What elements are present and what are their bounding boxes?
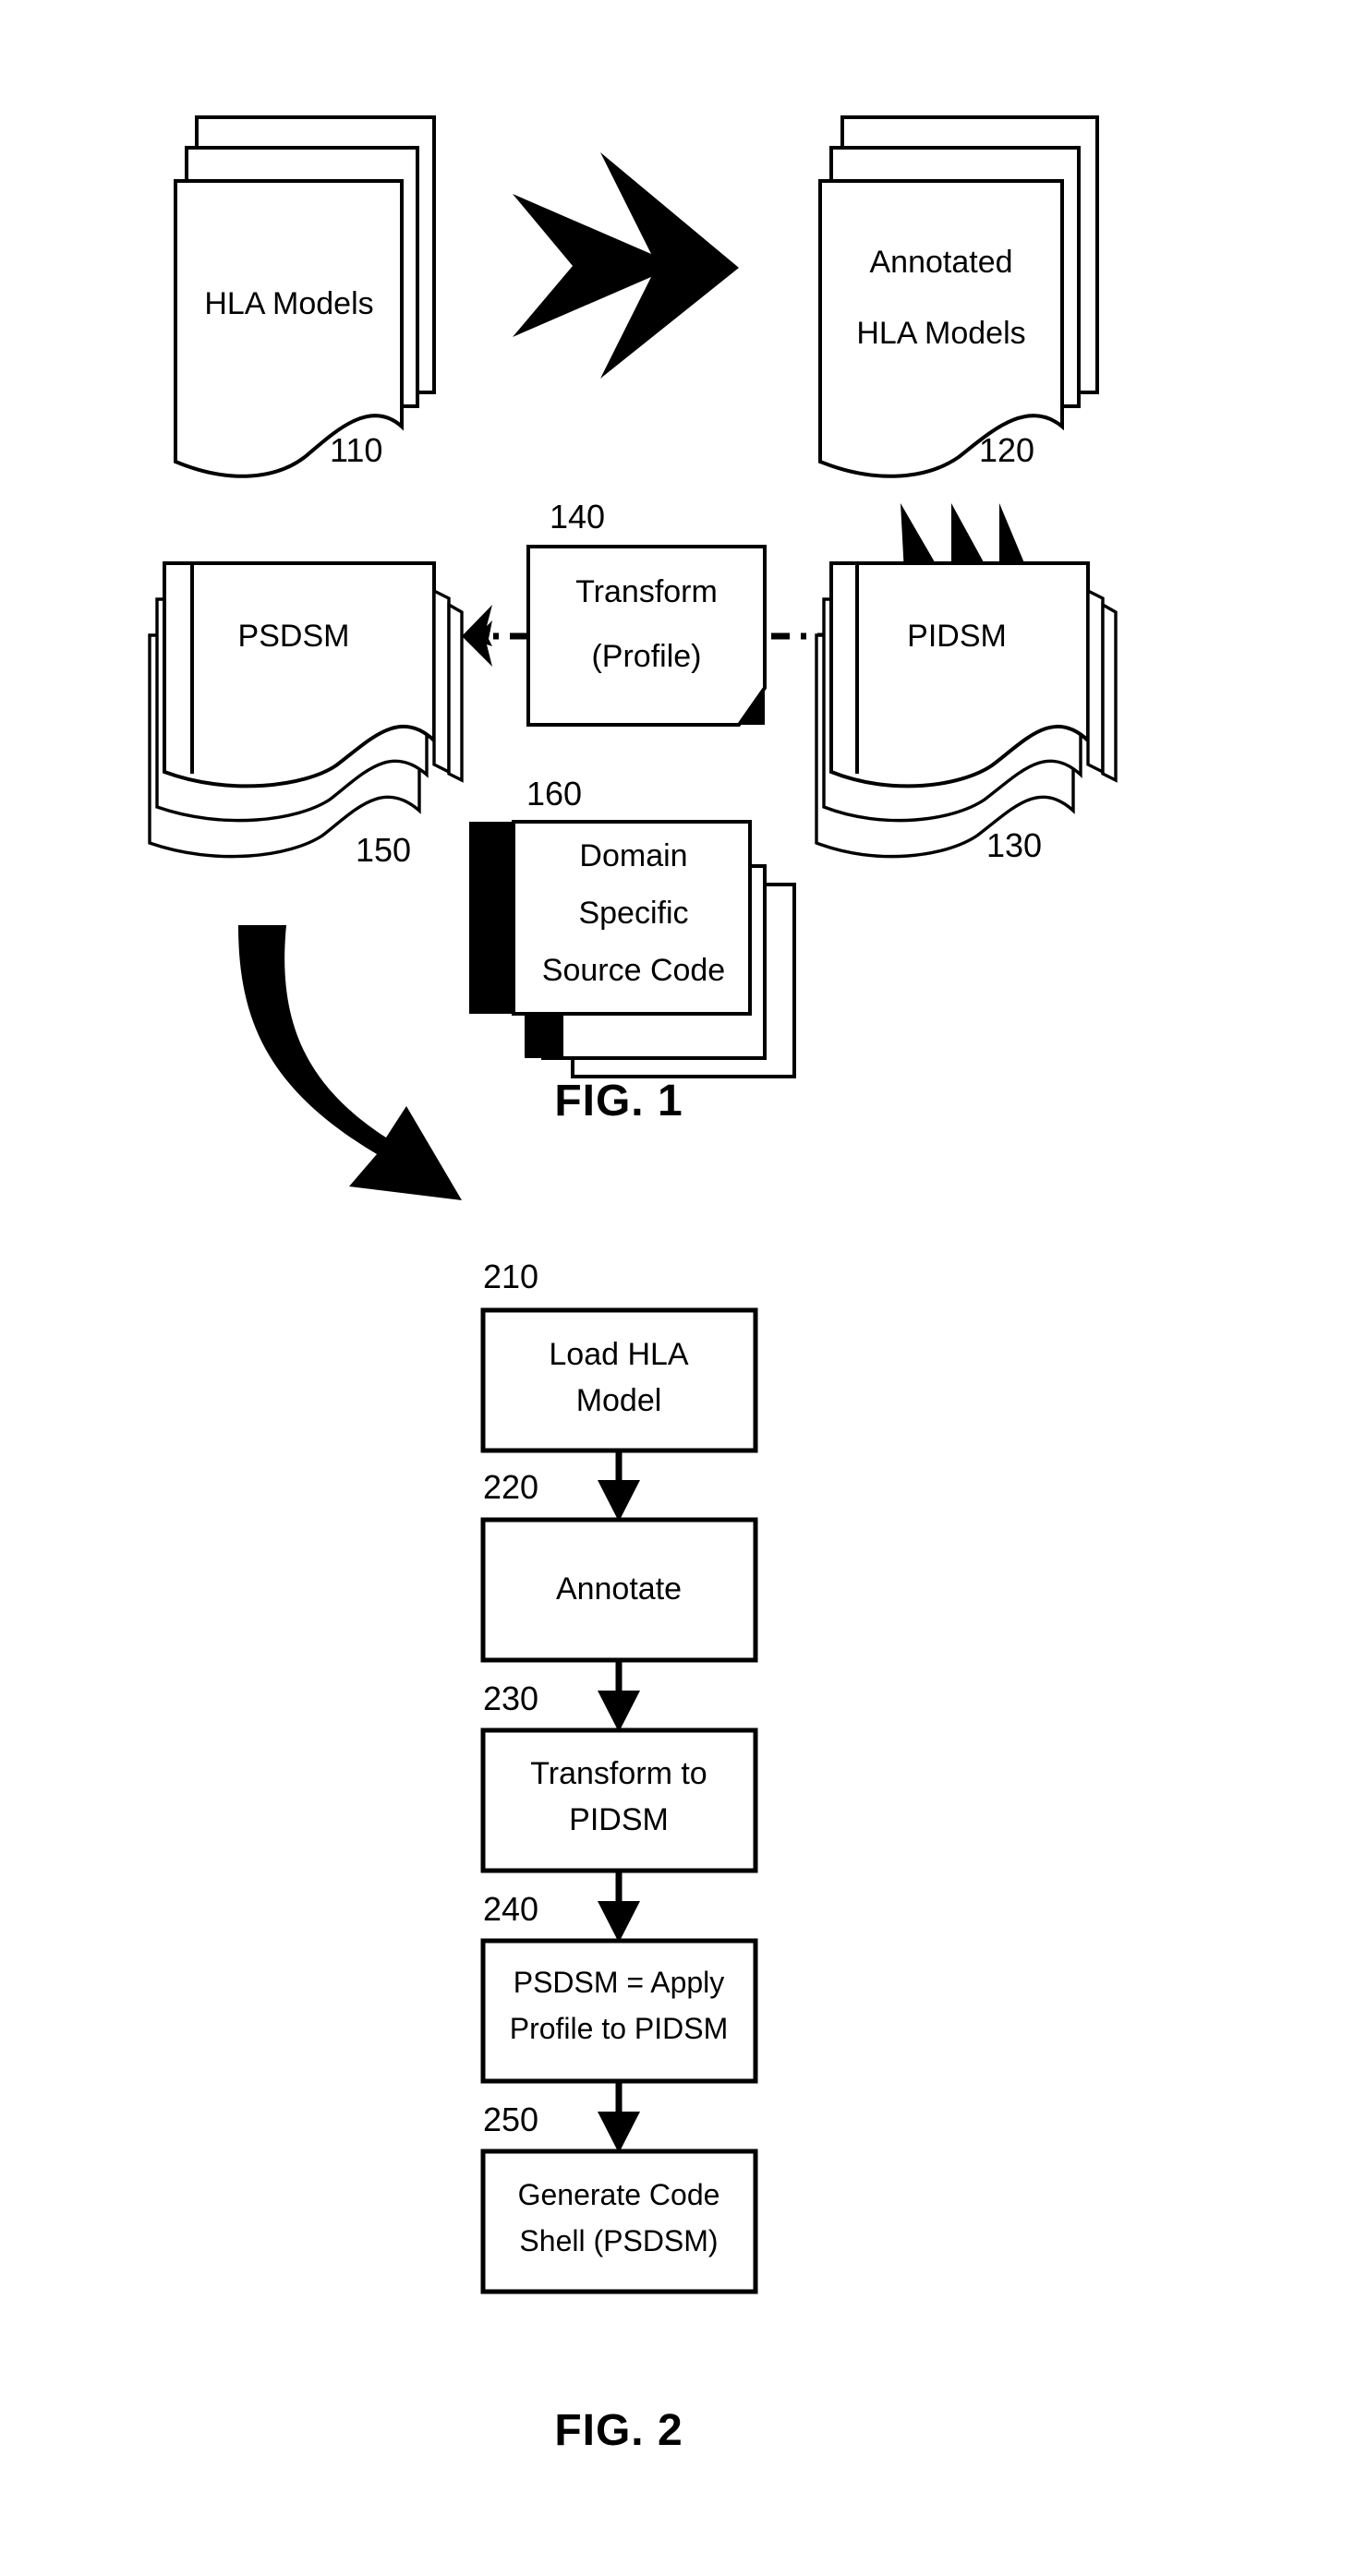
flow-arrow-230-240-head-icon [598, 1901, 640, 1943]
flow-step-250-ref: 250 [483, 2101, 538, 2138]
transform-box [526, 545, 767, 727]
flow-step-210-box [480, 1307, 758, 1453]
psdsm-edge-leaf-1 [432, 588, 451, 775]
flow-step-250-label-line-2: Shell (PSDSM) [519, 2224, 718, 2257]
flow-step-230-ref: 230 [483, 1679, 538, 1717]
flow-arrow-210-220 [598, 1451, 640, 1522]
flow-step-250-label-line-1: Generate Code [518, 2178, 720, 2211]
code-card-ref: 160 [526, 775, 582, 813]
flow-step-240-label-line-2: Profile to PIDSM [510, 2012, 729, 2045]
psdsm-edge-leaf-2 [447, 602, 464, 783]
flow-step-210-label-line-2: Model [576, 1383, 662, 1418]
code-card-front-spine [469, 822, 515, 1014]
psdsm-ref: 150 [356, 831, 411, 869]
transform-ref: 140 [550, 498, 605, 536]
flow-step-220-ref: 220 [483, 1468, 538, 1506]
node-psdsm: PSDSM 150 [148, 561, 464, 869]
flow-arrow-240-250 [598, 2081, 640, 2153]
flow-step-220-label-line-1: Annotate [556, 1571, 682, 1607]
node-annotated-hla-models: Annotated HLA Models 120 [818, 115, 1099, 478]
flow-step-210: 210 Load HLA Model [480, 1258, 758, 1453]
hla-models-label: HLA Models [204, 286, 373, 321]
code-card-label-line-1: Domain [579, 838, 687, 873]
flow-step-210-ref: 210 [483, 1258, 538, 1295]
flow-step-230-box [480, 1727, 758, 1873]
pidsm-ref: 130 [986, 826, 1042, 864]
annotated-ref: 120 [979, 431, 1034, 469]
hla-models-ref: 110 [330, 431, 382, 469]
flow-step-250-box [480, 2149, 758, 2294]
dash-arrowhead-left-icon [462, 605, 492, 667]
flow-step-230-label-line-2: PIDSM [569, 1802, 669, 1837]
pidsm-edge-leaf-1 [1086, 588, 1105, 775]
connector-psdsm-to-code [238, 925, 462, 1200]
node-pidsm: PIDSM 130 [815, 561, 1118, 864]
flow-arrow-220-230 [598, 1660, 640, 1732]
annotated-label-line-2: HLA Models [856, 316, 1025, 351]
fig2-caption: FIG. 2 [554, 2406, 683, 2455]
flow-step-240-label-line-1: PSDSM = Apply [514, 1966, 725, 1999]
node-domain-specific-source-code: 160 Domain Specific Source Code [469, 775, 796, 1078]
fig1-caption: FIG. 1 [554, 1077, 683, 1125]
flow-arrow-220-230-head-icon [598, 1691, 640, 1732]
flow-arrow-210-220-head-icon [598, 1480, 640, 1522]
connector-transform-to-psdsm [462, 605, 528, 667]
node-transform-profile: 140 Transform (Profile) [526, 498, 767, 727]
patent-figure-sheet: HLA Models 110 Annotated HLA Models 120 [0, 0, 1354, 2576]
annotated-label-line-1: Annotated [869, 245, 1012, 280]
block-chevron-arrow-right-icon [513, 152, 739, 379]
flow-arrow-230-240 [598, 1871, 640, 1943]
pidsm-label: PIDSM [907, 619, 1007, 654]
flow-step-240-box [480, 1938, 758, 2084]
node-hla-models: HLA Models 110 [174, 115, 436, 478]
figure-canvas: HLA Models 110 Annotated HLA Models 120 [148, 115, 1118, 2455]
code-card-label-line-2: Specific [578, 896, 688, 931]
flow-step-210-label-line-1: Load HLA [549, 1337, 689, 1372]
pidsm-edge-leaf-2 [1101, 602, 1118, 783]
connector-hla-to-annotated [513, 152, 739, 379]
psdsm-label: PSDSM [238, 619, 350, 654]
transform-label-line-2: (Profile) [591, 639, 701, 674]
transform-label-line-1: Transform [575, 574, 718, 609]
flow-arrow-240-250-head-icon [598, 2112, 640, 2153]
flow-step-230-label-line-1: Transform to [530, 1756, 707, 1791]
flow-step-240-ref: 240 [483, 1890, 538, 1928]
curved-block-arrow-icon [238, 925, 462, 1200]
code-card-label-line-3: Source Code [542, 953, 725, 988]
